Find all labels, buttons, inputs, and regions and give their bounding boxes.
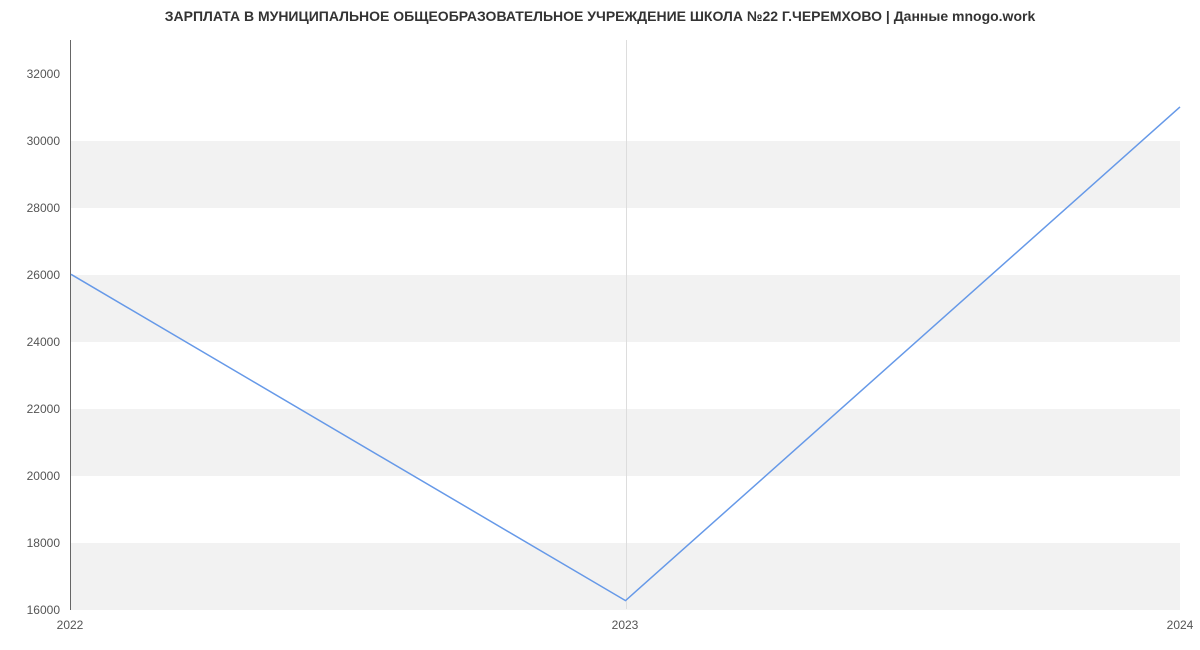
y-tick-label: 28000 <box>0 201 60 215</box>
y-tick-label: 20000 <box>0 469 60 483</box>
y-tick-label: 26000 <box>0 268 60 282</box>
chart-container: ЗАРПЛАТА В МУНИЦИПАЛЬНОЕ ОБЩЕОБРАЗОВАТЕЛ… <box>0 0 1200 650</box>
x-tick-label: 2022 <box>57 618 84 632</box>
chart-line-layer <box>71 40 1180 609</box>
data-line <box>71 107 1180 601</box>
chart-title: ЗАРПЛАТА В МУНИЦИПАЛЬНОЕ ОБЩЕОБРАЗОВАТЕЛ… <box>0 8 1200 24</box>
y-tick-label: 16000 <box>0 603 60 617</box>
y-tick-label: 22000 <box>0 402 60 416</box>
y-tick-label: 18000 <box>0 536 60 550</box>
y-tick-label: 24000 <box>0 335 60 349</box>
x-tick-label: 2023 <box>612 618 639 632</box>
y-tick-label: 30000 <box>0 134 60 148</box>
plot-area <box>70 40 1180 610</box>
y-tick-label: 32000 <box>0 67 60 81</box>
x-tick-label: 2024 <box>1167 618 1194 632</box>
